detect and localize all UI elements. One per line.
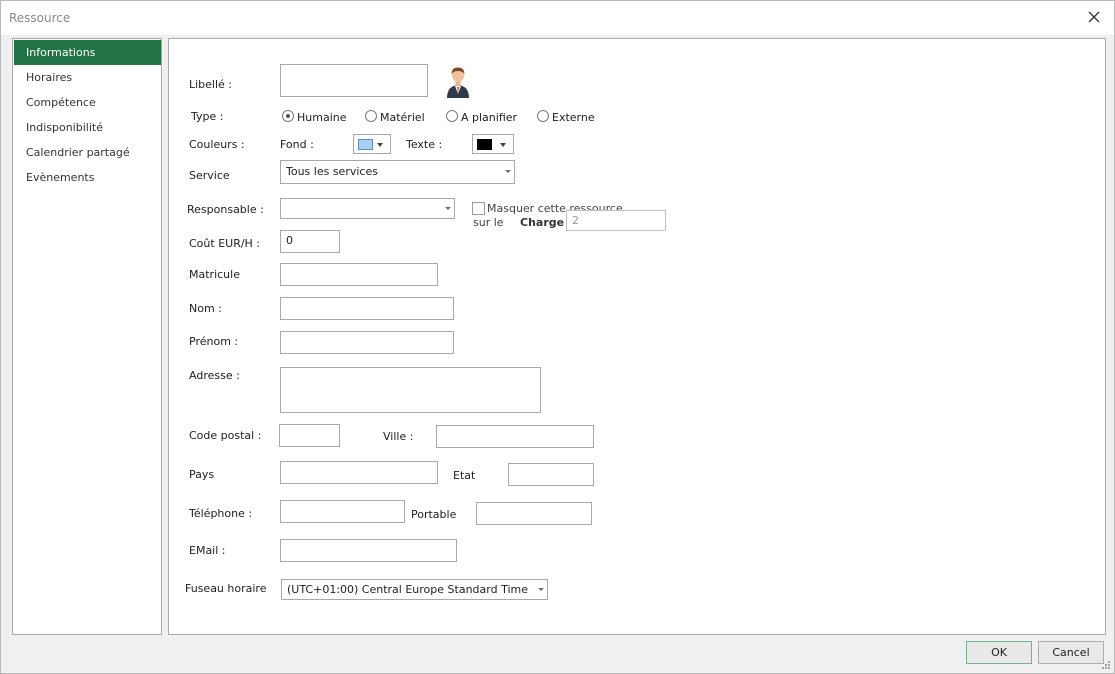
email-label: EMail : <box>189 544 226 557</box>
type-radio-externe[interactable] <box>537 110 549 122</box>
libelle-label: Libellé : <box>189 78 233 91</box>
matricule-input[interactable] <box>280 263 438 286</box>
pays-input[interactable] <box>280 461 438 484</box>
responsable-label: Responsable : <box>187 203 264 216</box>
code-postal-input[interactable] <box>279 424 340 447</box>
sidebar-item-indisponibilite[interactable]: Indisponibilité <box>14 115 161 140</box>
user-avatar-icon[interactable] <box>443 64 473 98</box>
close-icon <box>1088 11 1100 23</box>
email-input[interactable] <box>280 539 457 562</box>
nom-input[interactable] <box>280 297 454 320</box>
service-select[interactable]: Tous les services <box>280 160 515 184</box>
texte-color-swatch <box>477 139 492 150</box>
portable-input[interactable] <box>476 502 592 525</box>
couleurs-label: Couleurs : <box>189 138 245 151</box>
sidebar-item-horaires[interactable]: Horaires <box>14 65 161 90</box>
ville-label: Ville : <box>383 430 414 443</box>
etat-input[interactable] <box>508 463 594 486</box>
fond-color-swatch <box>358 139 373 150</box>
sidebar-item-competence[interactable]: Compétence <box>14 90 161 115</box>
type-radio-humaine[interactable] <box>282 110 294 122</box>
window-title: Ressource <box>9 11 71 25</box>
fuseau-horaire-label: Fuseau horaire <box>185 582 267 595</box>
type-radio-a-planifier[interactable] <box>446 110 458 122</box>
chevron-down-icon <box>500 143 506 147</box>
type-option-externe-label: Externe <box>552 111 595 124</box>
ville-input[interactable] <box>436 425 594 448</box>
pays-label: Pays <box>189 468 215 481</box>
fuseau-horaire-select-value: (UTC+01:00) Central Europe Standard Time <box>287 583 528 596</box>
type-option-humaine-label: Humaine <box>297 111 347 124</box>
chevron-down-icon <box>377 143 383 147</box>
fond-color-picker[interactable] <box>353 134 391 154</box>
service-select-value: Tous les services <box>286 165 378 178</box>
nom-label: Nom : <box>189 302 222 315</box>
cancel-button[interactable]: Cancel <box>1038 641 1104 664</box>
sidebar-nav: Informations Horaires Compétence Indispo… <box>12 38 162 635</box>
type-radio-materiel[interactable] <box>365 110 377 122</box>
resize-grip-icon[interactable] <box>1101 660 1111 670</box>
chevron-down-icon <box>538 587 544 591</box>
responsable-select[interactable] <box>280 198 455 219</box>
type-option-a-planifier-label: A planifier <box>461 111 518 124</box>
charge-input[interactable]: 2 <box>566 210 666 231</box>
etat-label: Etat <box>453 469 476 482</box>
texte-color-picker[interactable] <box>472 134 514 154</box>
matricule-label: Matricule <box>189 268 240 281</box>
prenom-input[interactable] <box>280 331 454 354</box>
telephone-input[interactable] <box>280 500 405 523</box>
cout-label: Coût EUR/H : <box>189 237 261 250</box>
adresse-textarea[interactable] <box>280 367 541 413</box>
portable-label: Portable <box>411 508 457 521</box>
masquer-ressource-sub-label: sur le <box>473 216 504 229</box>
fond-label: Fond : <box>280 138 314 151</box>
prenom-label: Prénom : <box>189 335 239 348</box>
informations-panel: Libellé : Type : Humaine Matériel A plan… <box>168 38 1106 635</box>
chevron-down-icon <box>445 206 451 210</box>
type-option-materiel-label: Matériel <box>380 111 425 124</box>
libelle-input[interactable] <box>280 64 428 97</box>
service-label: Service <box>189 169 230 182</box>
masquer-ressource-checkbox[interactable] <box>472 202 485 215</box>
close-button[interactable] <box>1080 5 1108 29</box>
ok-button[interactable]: OK <box>966 641 1032 664</box>
title-bar: Ressource <box>1 1 1114 35</box>
sidebar-item-informations[interactable]: Informations <box>14 40 161 65</box>
texte-label: Texte : <box>406 138 443 151</box>
code-postal-label: Code postal : <box>189 429 262 442</box>
sidebar-item-evenements[interactable]: Evènements <box>14 165 161 190</box>
cout-input[interactable]: 0 <box>280 230 340 253</box>
dialog-window: Ressource Informations Horaires Compéten… <box>0 0 1115 674</box>
charge-label: Charge <box>520 216 565 229</box>
chevron-down-icon <box>505 170 511 173</box>
sidebar-item-calendrier-partage[interactable]: Calendrier partagé <box>14 140 161 165</box>
telephone-label: Téléphone : <box>189 507 253 520</box>
adresse-label: Adresse : <box>189 369 240 382</box>
fuseau-horaire-select[interactable]: (UTC+01:00) Central Europe Standard Time <box>281 579 548 600</box>
type-label: Type : <box>191 110 224 123</box>
